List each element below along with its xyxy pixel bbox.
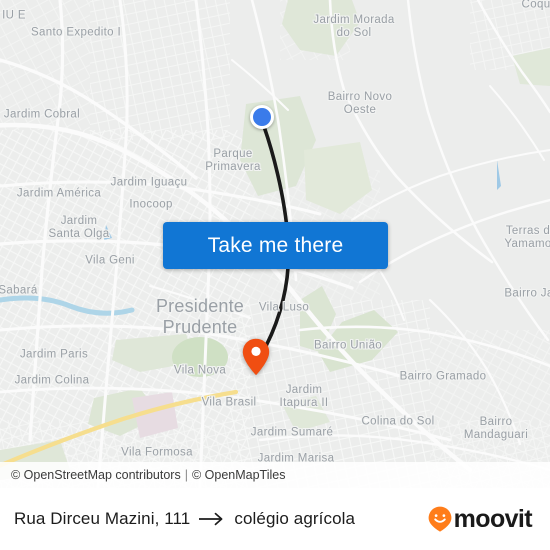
openmaptiles-attribution-link[interactable]: © OpenMapTiles: [192, 468, 286, 482]
route-summary: Rua Dirceu Mazini, 111 colégio agrícola: [14, 509, 428, 529]
moovit-trip-map-screen: IU E Santo Expedito I Jardim Cobral Jardim …: [0, 0, 550, 550]
map-attribution-bar: © OpenStreetMap contributors | © OpenMap…: [0, 462, 550, 488]
arrow-right-glyph: [199, 512, 223, 526]
destination-label: colégio agrícola: [234, 509, 356, 528]
trip-footer-bar: Rua Dirceu Mazini, 111 colégio agrícola …: [0, 488, 550, 550]
origin-dot-icon[interactable]: [250, 105, 274, 129]
osm-attribution-link[interactable]: © OpenStreetMap contributors: [11, 468, 181, 482]
arrow-right-icon: [199, 512, 225, 526]
map-pin-icon[interactable]: [242, 338, 270, 376]
take-me-there-button[interactable]: Take me there: [163, 222, 388, 269]
map-canvas[interactable]: IU E Santo Expedito I Jardim Cobral Jardim …: [0, 0, 550, 488]
map-pin-glyph: [242, 338, 270, 376]
moovit-wordmark: moovit: [453, 504, 533, 533]
moovit-logo[interactable]: moovit: [428, 504, 533, 533]
moovit-pin-glyph: [428, 506, 452, 532]
moovit-pin-icon: [428, 506, 452, 532]
origin-address-label: Rua Dirceu Mazini, 111: [14, 509, 191, 528]
attribution-separator: |: [184, 468, 188, 482]
take-me-there-label: Take me there: [207, 233, 344, 257]
